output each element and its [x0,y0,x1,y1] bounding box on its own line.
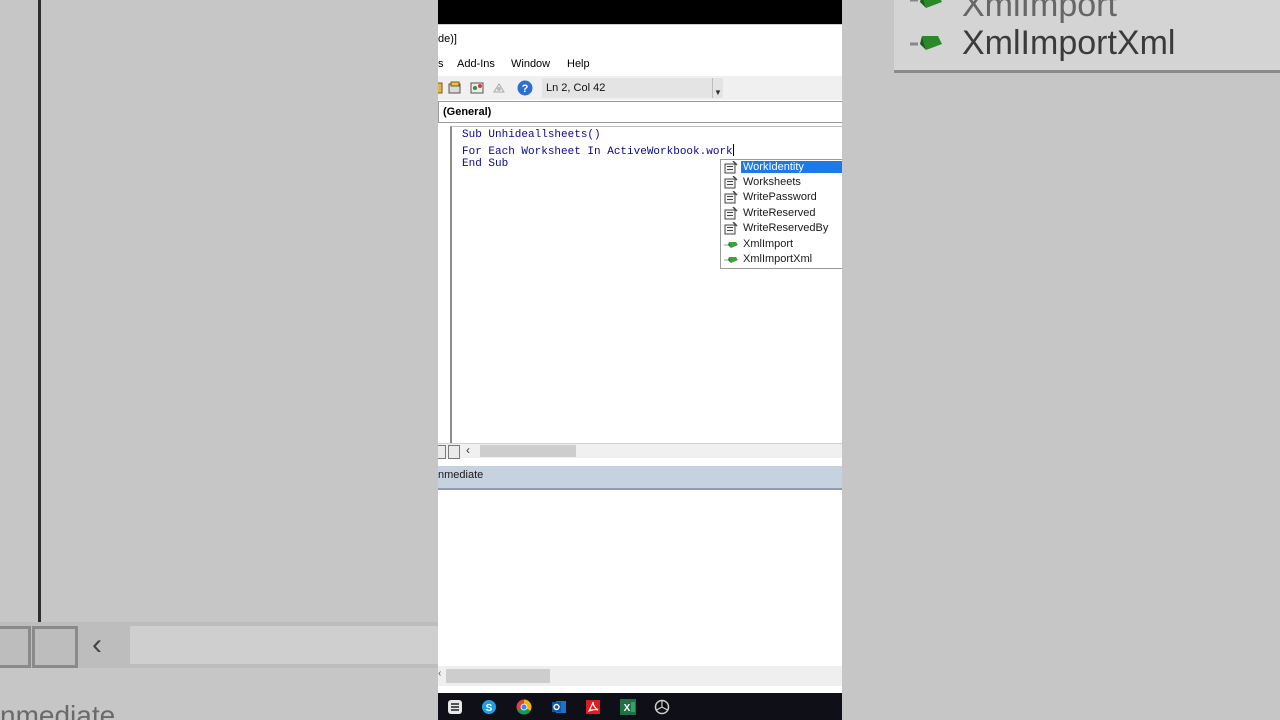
chrome-icon[interactable] [516,699,532,715]
toolbar-overflow-icon[interactable]: ▼ [712,78,723,98]
window-title: de)] [438,33,457,45]
zoomed-autocomplete-item: XmlImportXml [962,24,1176,62]
property-icon [724,222,738,235]
code-line-current: For Each Worksheet In ActiveWorkbook.wor… [462,144,734,158]
scroll-left-icon[interactable]: ‹ [438,668,441,679]
svg-text:X: X [624,703,631,714]
menu-bar: s Add-Ins Window Help [438,54,842,76]
background-right-zoom: XmlImport XmlImportXml [842,0,1280,720]
autocomplete-item-label: WriteReserved [743,207,816,219]
project-explorer-icon[interactable] [448,81,462,95]
code-line: End Sub [462,158,509,170]
taskbar: S X [438,693,842,720]
camera-icon[interactable] [654,699,670,715]
autocomplete-item-label: XmlImportXml [743,253,813,265]
status-strip [438,0,842,24]
zoomed-scroll-left-icon: ‹ [92,628,102,661]
immediate-horizontal-scrollbar[interactable]: ‹ [438,666,842,686]
menu-item-help[interactable]: Help [567,58,590,70]
method-icon [910,0,942,8]
code-line: Sub Unhideallsheets() [462,129,601,141]
background-left-zoom: ‹ nmediate [0,0,438,720]
toolbar: ? Ln 2, Col 42 ▼ [438,76,842,100]
menu-item-add-ins[interactable]: Add-Ins [457,58,495,70]
autocomplete-item-label: XmlImport [743,238,794,250]
autocomplete-item-writepassword[interactable]: WritePassword [721,190,842,205]
autocomplete-item-worksheets[interactable]: Worksheets [721,175,842,190]
title-bar: de)] [438,24,842,55]
zoomed-view-icon [0,626,31,668]
autocomplete-list[interactable]: WorkIdentity Worksheets WritePassword Wr… [720,159,842,269]
svg-text:S: S [486,703,493,714]
object-dropdown-value: (General) [443,106,492,118]
code-line-text: For Each Worksheet In ActiveWorkbook.wor… [462,146,733,158]
zoomed-scroll-thumb [130,626,438,664]
excel-icon[interactable]: X [620,699,636,715]
code-horizontal-scrollbar[interactable]: ‹ [438,443,842,459]
object-browser-icon[interactable] [492,81,506,95]
autocomplete-item-xmlimportxml[interactable]: XmlImportXml [721,252,842,267]
help-icon[interactable]: ? [517,80,533,96]
acrobat-icon[interactable] [585,699,601,715]
autocomplete-item-label: WorkIdentity [741,161,842,173]
zoomed-proc-view-icon [32,626,78,668]
autocomplete-item-writereservedby[interactable]: WriteReservedBy [721,221,842,236]
autocomplete-item-workidentity[interactable]: WorkIdentity [721,160,842,175]
method-icon [910,36,942,50]
autocomplete-item-label: Worksheets [743,176,801,188]
cursor-position-display: Ln 2, Col 42 [542,78,714,98]
text-caret [732,144,734,156]
immediate-window-label: nmediate [438,469,484,481]
property-icon [724,191,738,204]
autocomplete-item-writereserved[interactable]: WriteReserved [721,206,842,221]
toolbar-partial-icon[interactable] [438,81,446,95]
method-icon [724,257,738,263]
cursor-position-text: Ln 2, Col 42 [546,82,606,94]
scroll-thumb[interactable] [480,445,576,457]
margin-line [38,0,41,625]
scroll-thumb[interactable] [446,669,550,683]
property-icon [724,207,738,220]
scroll-left-icon[interactable]: ‹ [466,443,470,457]
property-icon [724,176,738,189]
immediate-window-input[interactable] [438,490,842,666]
skype-icon[interactable]: S [481,699,497,715]
procedure-view-button[interactable] [438,445,446,459]
object-dropdown[interactable]: (General) [438,101,842,123]
properties-window-icon[interactable] [470,81,484,95]
menu-item-window[interactable]: Window [511,58,550,70]
zoomed-autocomplete-item: XmlImport [962,0,1117,24]
zoomed-immediate-label: nmediate [0,700,116,720]
autocomplete-item-xmlimport[interactable]: XmlImport [721,237,842,252]
menu-item-partial[interactable]: s [438,58,444,70]
autocomplete-item-label: WritePassword [743,191,817,203]
property-icon [724,161,738,174]
svg-text:?: ? [522,83,529,95]
snipping-tool-icon[interactable] [447,699,463,715]
autocomplete-item-label: WriteReservedBy [743,222,829,234]
immediate-window-title: nmediate [438,466,842,490]
outlook-icon[interactable] [551,699,567,715]
method-icon [724,242,738,248]
vba-editor-screen: de)] s Add-Ins Window Help ? Ln 2, Col 4… [438,0,842,720]
full-module-view-button[interactable] [448,445,460,459]
